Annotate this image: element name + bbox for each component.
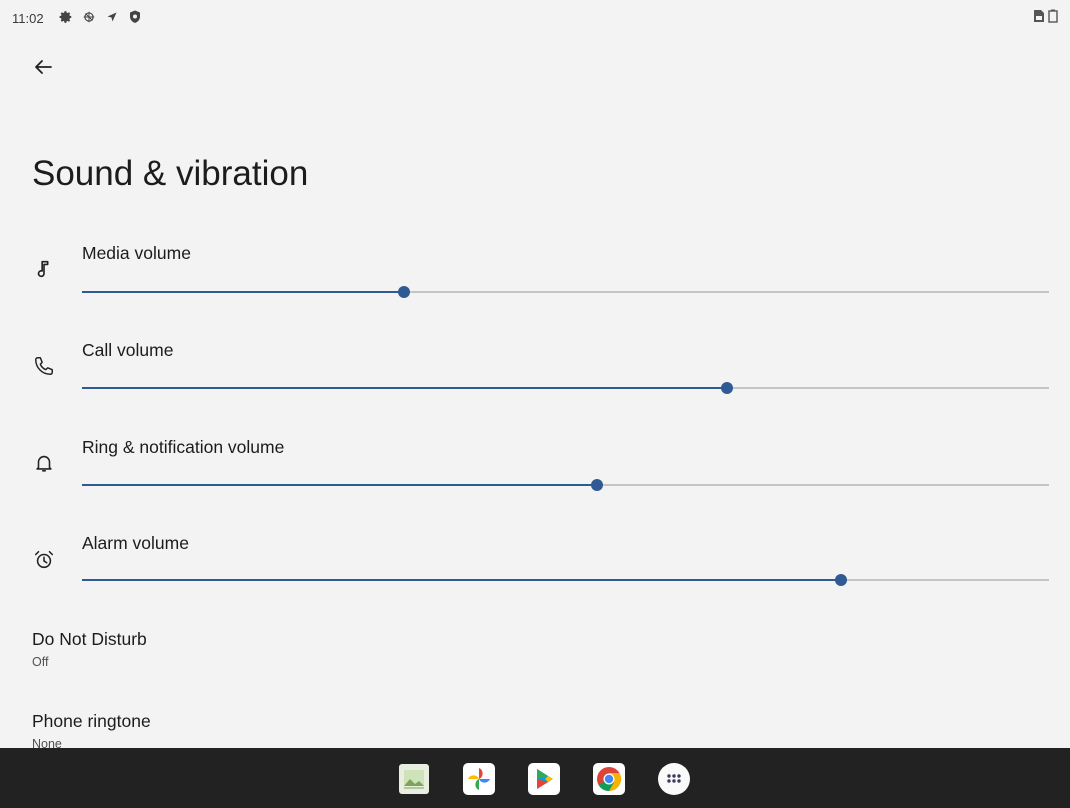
settings-gear-icon: [58, 9, 74, 25]
ring-volume-row: Ring & notification volume: [0, 434, 1070, 514]
ring-volume-thumb[interactable]: [591, 479, 604, 491]
all-apps-icon[interactable]: [657, 762, 691, 796]
phone-ringtone-item[interactable]: Phone ringtone None: [32, 711, 151, 751]
call-volume-label: Call volume: [82, 340, 174, 360]
alarm-volume-label: Alarm volume: [82, 533, 189, 553]
do-not-disturb-item[interactable]: Do Not Disturb Off: [32, 629, 147, 669]
chrome-app-icon[interactable]: [592, 762, 626, 796]
call-volume-slider[interactable]: [82, 382, 1049, 394]
do-not-disturb-summary: Off: [32, 655, 49, 669]
taskbar-apps: [397, 762, 691, 796]
gallery-app-icon[interactable]: [397, 762, 431, 796]
ring-volume-label: Ring & notification volume: [82, 437, 285, 457]
sim-icon: [1033, 9, 1045, 28]
call-volume-fill: [82, 387, 727, 389]
media-volume-slider[interactable]: [82, 286, 1049, 298]
status-icons: [58, 9, 143, 25]
back-button[interactable]: [31, 55, 55, 79]
status-time: 11:02: [12, 11, 44, 26]
status-bar: 11:02: [0, 0, 1070, 34]
status-right-icons: [1033, 9, 1058, 28]
ring-volume-slider[interactable]: [82, 479, 1049, 491]
phone-icon: [33, 355, 55, 377]
battery-icon: [1048, 9, 1058, 28]
alarm-clock-icon: [33, 549, 55, 571]
page-title: Sound & vibration: [32, 154, 309, 193]
call-volume-row: Call volume: [0, 337, 1070, 417]
media-volume-fill: [82, 291, 404, 293]
call-volume-thumb[interactable]: [720, 382, 733, 394]
bell-icon: [33, 452, 55, 474]
location-arrow-icon: [104, 9, 120, 25]
media-volume-thumb[interactable]: [398, 286, 410, 298]
ring-volume-fill: [82, 484, 598, 486]
media-volume-row: Media volume: [0, 240, 1070, 320]
photos-app-icon[interactable]: [462, 762, 496, 796]
alarm-volume-fill: [82, 579, 842, 581]
debug-icon: [81, 9, 97, 25]
arrow-back-icon: [35, 60, 52, 74]
music-note-icon: [33, 258, 55, 280]
media-volume-label: Media volume: [82, 243, 191, 263]
alarm-volume-row: Alarm volume: [0, 531, 1070, 611]
phone-ringtone-title: Phone ringtone: [32, 711, 151, 731]
play-store-app-icon[interactable]: [527, 762, 561, 796]
shield-icon: [127, 9, 143, 25]
alarm-volume-slider[interactable]: [82, 574, 1049, 586]
do-not-disturb-title: Do Not Disturb: [32, 629, 147, 649]
taskbar: [0, 748, 1070, 808]
alarm-volume-thumb[interactable]: [835, 574, 848, 586]
